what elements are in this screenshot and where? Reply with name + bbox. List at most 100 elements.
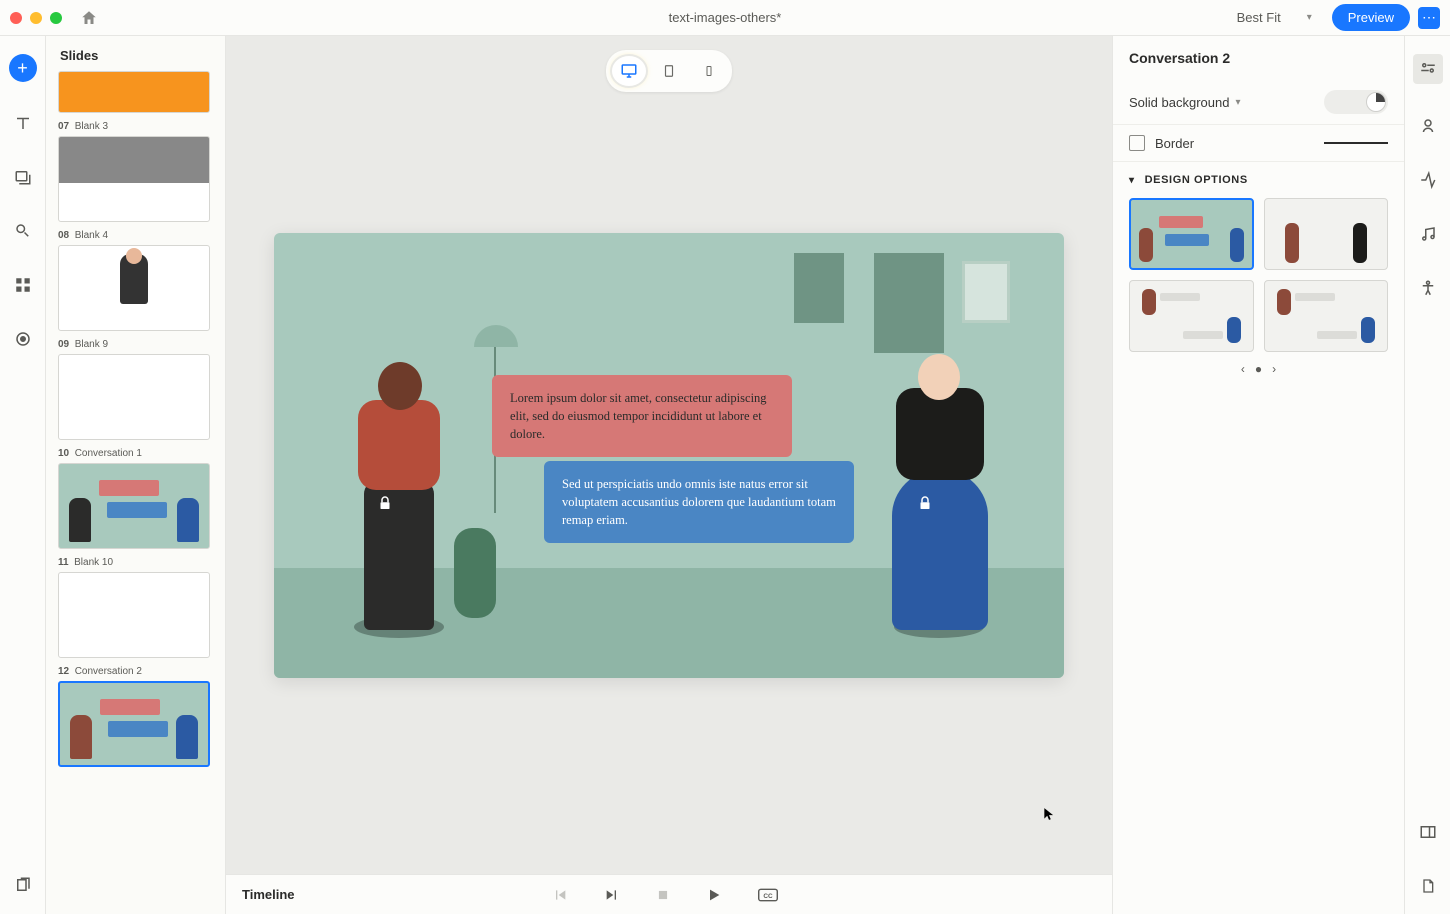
- preview-button[interactable]: Preview: [1332, 4, 1410, 31]
- design-options-label: DESIGN OPTIONS: [1145, 174, 1248, 186]
- titlebar: text-images-others* Best Fit ▾ Preview ⋯: [0, 0, 1450, 36]
- left-tool-rail: +: [0, 36, 46, 914]
- zoom-select[interactable]: Best Fit: [1229, 6, 1299, 29]
- canvas-stage: Lorem ipsum dolor sit amet, consectetur …: [226, 36, 1112, 874]
- timeline-bar: Timeline CC: [226, 874, 1112, 914]
- slide-label: 08 Blank 4: [58, 230, 213, 241]
- main-row: + Slides 07 Blank 3: [0, 36, 1450, 914]
- slide-item[interactable]: 09 Blank 9: [58, 339, 213, 440]
- background-color-toggle[interactable]: [1324, 90, 1388, 114]
- border-checkbox[interactable]: [1129, 135, 1145, 151]
- titlebar-right: Best Fit ▾ Preview ⋯: [1229, 4, 1440, 31]
- pager-prev[interactable]: ‹: [1241, 362, 1245, 376]
- slide-item[interactable]: [58, 71, 213, 113]
- background-row[interactable]: Solid background ▾: [1113, 80, 1404, 125]
- border-row[interactable]: Border: [1113, 125, 1404, 162]
- interaction-tool-icon[interactable]: [10, 218, 36, 244]
- slide-thumb-selected[interactable]: [58, 681, 210, 767]
- slide-thumb[interactable]: [58, 354, 210, 440]
- window-controls: [10, 12, 62, 24]
- slide-panel-header: Slides: [46, 36, 225, 71]
- stop-button[interactable]: [656, 888, 670, 902]
- design-option-2[interactable]: [1264, 198, 1389, 270]
- lamp-shade: [474, 325, 518, 347]
- layout-icon[interactable]: [1416, 820, 1440, 844]
- home-icon[interactable]: [80, 9, 98, 27]
- mobile-device-button[interactable]: [692, 56, 726, 86]
- chevron-down-icon: ▾: [1129, 175, 1135, 186]
- character-left[interactable]: [334, 340, 464, 630]
- slide-panel: Slides 07 Blank 3 08 Blank 4 09 Blank 9: [46, 36, 226, 914]
- animation-icon[interactable]: [1416, 168, 1440, 192]
- design-option-1[interactable]: [1129, 198, 1254, 270]
- wall-frame: [962, 261, 1010, 323]
- background-label: Solid background: [1129, 95, 1229, 110]
- speech-bubble-2[interactable]: Sed ut perspiciatis undo omnis iste natu…: [544, 461, 854, 543]
- slide-thumb[interactable]: [58, 71, 210, 113]
- right-icon-rail: [1404, 36, 1450, 914]
- window-maximize[interactable]: [50, 12, 62, 24]
- media-tool-icon[interactable]: [10, 164, 36, 190]
- properties-panel: Conversation 2 Solid background ▾ Border…: [1112, 36, 1404, 914]
- character-right[interactable]: [874, 320, 1004, 630]
- playback-controls: CC: [552, 887, 778, 903]
- tablet-device-button[interactable]: [652, 56, 686, 86]
- accessibility-icon[interactable]: [1416, 276, 1440, 300]
- skirt: [892, 470, 988, 630]
- chevron-down-icon: ▾: [1235, 97, 1240, 108]
- design-option-3[interactable]: [1129, 280, 1254, 352]
- chevron-down-icon: ▾: [1307, 12, 1312, 23]
- slide-item[interactable]: 12 Conversation 2: [58, 666, 213, 767]
- head: [918, 354, 960, 400]
- audio-icon[interactable]: [1416, 222, 1440, 246]
- text-tool-icon[interactable]: [10, 110, 36, 136]
- svg-text:CC: CC: [764, 892, 774, 899]
- step-forward-button[interactable]: [604, 887, 620, 903]
- device-toggle: [606, 50, 732, 92]
- window-minimize[interactable]: [30, 12, 42, 24]
- slide-label: 12 Conversation 2: [58, 666, 213, 677]
- step-back-button[interactable]: [552, 887, 568, 903]
- color-knob: [1366, 92, 1386, 112]
- slide-item[interactable]: 11 Blank 10: [58, 557, 213, 658]
- torso: [358, 400, 440, 490]
- settings-icon[interactable]: [1413, 54, 1443, 84]
- appearance-icon[interactable]: [1416, 114, 1440, 138]
- slide-label: 11 Blank 10: [58, 557, 213, 568]
- more-button[interactable]: ⋯: [1418, 7, 1440, 29]
- cursor-icon: [1042, 805, 1056, 828]
- slide-thumb[interactable]: [58, 245, 210, 331]
- head: [378, 362, 422, 410]
- record-tool-icon[interactable]: [10, 326, 36, 352]
- lock-icon: [916, 494, 934, 510]
- slide-thumb[interactable]: [58, 136, 210, 222]
- slide-thumb[interactable]: [58, 572, 210, 658]
- window-close[interactable]: [10, 12, 22, 24]
- play-button[interactable]: [706, 887, 722, 903]
- border-label: Border: [1155, 136, 1194, 151]
- design-options-header[interactable]: ▾ DESIGN OPTIONS: [1129, 174, 1388, 186]
- slide-item[interactable]: 07 Blank 3: [58, 121, 213, 222]
- slide-label: 07 Blank 3: [58, 121, 213, 132]
- slide-item[interactable]: 08 Blank 4: [58, 230, 213, 331]
- legs: [364, 480, 434, 630]
- slide-thumb[interactable]: [58, 463, 210, 549]
- design-option-4[interactable]: [1264, 280, 1389, 352]
- page-icon[interactable]: [1416, 874, 1440, 898]
- slide-item[interactable]: 10 Conversation 1: [58, 448, 213, 549]
- slide-canvas[interactable]: Lorem ipsum dolor sit amet, consectetur …: [274, 233, 1064, 678]
- props-title: Conversation 2: [1113, 36, 1404, 80]
- add-button[interactable]: +: [9, 54, 37, 82]
- lock-icon: [376, 494, 394, 510]
- design-options-grid: [1129, 198, 1388, 352]
- copy-icon[interactable]: [10, 872, 36, 898]
- captions-button[interactable]: CC: [758, 888, 778, 902]
- design-pager: ‹ ● ›: [1129, 362, 1388, 376]
- speech-bubble-1[interactable]: Lorem ipsum dolor sit amet, consectetur …: [492, 375, 792, 457]
- border-preview: [1324, 142, 1388, 144]
- desktop-device-button[interactable]: [612, 56, 646, 86]
- pager-next[interactable]: ›: [1272, 362, 1276, 376]
- design-options-section: ▾ DESIGN OPTIONS: [1113, 162, 1404, 388]
- widgets-tool-icon[interactable]: [10, 272, 36, 298]
- timeline-label: Timeline: [242, 887, 295, 902]
